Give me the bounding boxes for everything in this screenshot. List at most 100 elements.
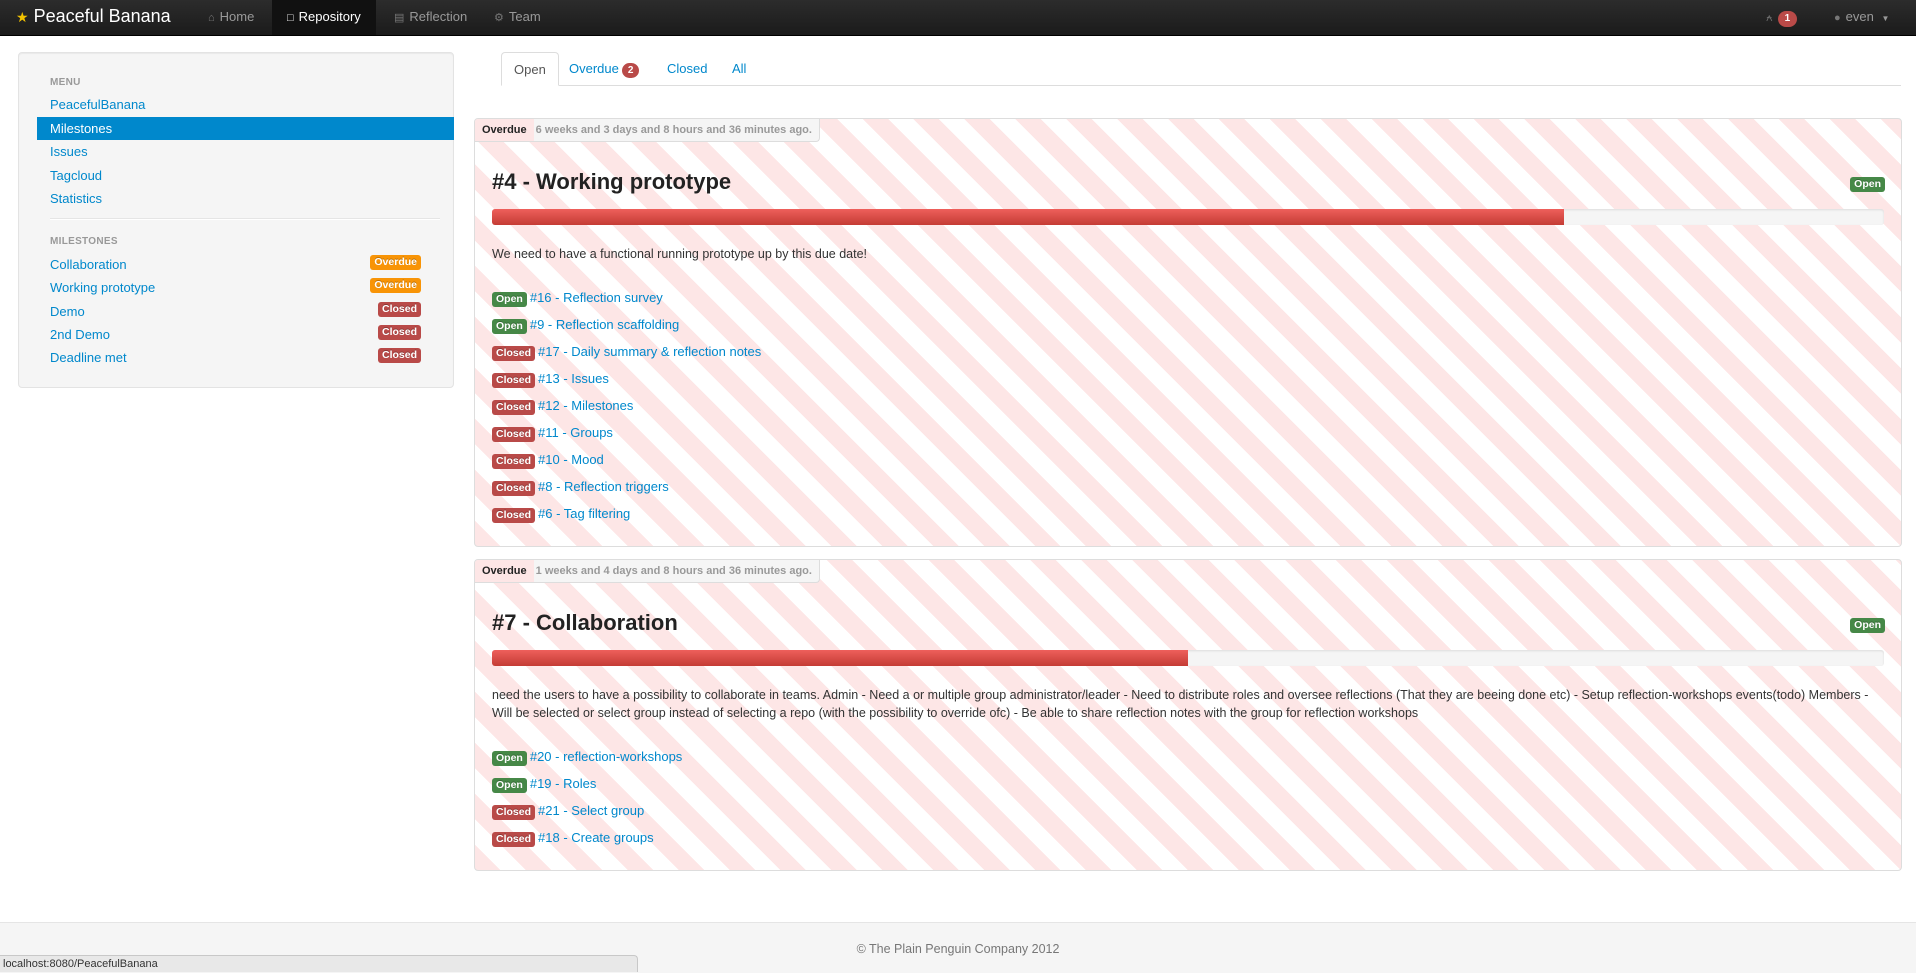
notifications-count: 1 — [1777, 11, 1798, 27]
overdue-badge: Overdue — [475, 119, 534, 141]
issue-row: Closed #12 - Milestones — [492, 398, 633, 415]
sidebar: MENU PeacefulBanana Milestones Issues Ta… — [18, 52, 454, 388]
home-icon: ⌂ — [208, 12, 215, 24]
issue-link[interactable]: #21 - Select group — [538, 803, 644, 818]
issue-link[interactable]: #16 - Reflection survey — [530, 290, 663, 305]
menu-header: MENU — [50, 77, 81, 88]
issue-row: Closed #13 - Issues — [492, 371, 609, 388]
tab-open[interactable]: Open — [501, 52, 559, 86]
issue-row: Open #19 - Roles — [492, 776, 596, 793]
milestone-due-header: Overdue 6 weeks and 3 days and 8 hours an… — [475, 119, 820, 142]
tab-overdue-label: Overdue — [569, 61, 619, 76]
sidebar-milestone-collaboration[interactable]: Collaboration — [50, 257, 127, 272]
sidebar-milestone-deadline-met[interactable]: Deadline met — [50, 350, 127, 365]
milestone-progress — [492, 209, 1884, 225]
milestones-header: MILESTONES — [50, 236, 118, 247]
bell-icon: ⍲ — [1766, 12, 1773, 24]
status-badge: Closed — [377, 325, 421, 340]
issue-link[interactable]: #9 - Reflection scaffolding — [530, 317, 679, 332]
issue-status-badge: Closed — [492, 508, 536, 523]
issue-row: Open #9 - Reflection scaffolding — [492, 317, 679, 334]
issue-row: Closed #6 - Tag filtering — [492, 506, 630, 523]
status-badge: Closed — [377, 302, 421, 317]
nav-repository[interactable]: □ Repository — [272, 0, 376, 35]
user-name: even — [1845, 9, 1874, 24]
status-badge: Closed — [377, 348, 421, 363]
user-icon: ● — [1834, 12, 1841, 24]
issue-link[interactable]: #20 - reflection-workshops — [530, 749, 682, 764]
status-badge: Overdue — [370, 278, 421, 293]
milestone-card: Overdue 6 weeks and 3 days and 8 hours an… — [474, 118, 1902, 547]
issue-link[interactable]: #19 - Roles — [530, 776, 596, 791]
banana-icon: ★ — [16, 9, 29, 25]
overdue-time: 1 weeks and 4 days and 8 hours and 36 mi… — [535, 565, 812, 577]
milestone-title: #7 - Collaboration — [492, 610, 678, 635]
issue-row: Closed #8 - Reflection triggers — [492, 479, 669, 496]
issue-status-badge: Closed — [492, 832, 536, 847]
issue-link[interactable]: #13 - Issues — [538, 371, 609, 386]
issue-status-badge: Open — [492, 751, 527, 766]
caret-down-icon: ▼ — [1881, 14, 1890, 23]
sidebar-milestone-demo[interactable]: Demo — [50, 304, 85, 319]
nav-reflection-label: Reflection — [409, 9, 468, 24]
nav-home[interactable]: ⌂ Home — [208, 0, 254, 35]
status-badge: Overdue — [370, 255, 421, 270]
issue-link[interactable]: #6 - Tag filtering — [538, 506, 630, 521]
milestone-due-header: Overdue 1 weeks and 4 days and 8 hours an… — [475, 560, 820, 583]
notifications-button[interactable]: ⍲ 1 — [1766, 0, 1798, 35]
issue-status-badge: Open — [492, 778, 527, 793]
sidebar-item-milestones[interactable]: Milestones — [37, 117, 454, 140]
browser-status-url: localhost:8080/PeacefulBanana — [0, 955, 638, 972]
issue-link[interactable]: #8 - Reflection triggers — [538, 479, 669, 494]
issue-link[interactable]: #18 - Create groups — [538, 830, 654, 845]
sidebar-milestone-working-prototype[interactable]: Working prototype — [50, 280, 155, 295]
issue-status-badge: Closed — [492, 373, 536, 388]
milestone-progress — [492, 650, 1884, 666]
issue-status-badge: Closed — [492, 805, 536, 820]
brand-link[interactable]: ★ Peaceful Banana — [16, 0, 171, 35]
nav-reflection[interactable]: ▤ Reflection — [394, 0, 467, 35]
tab-overdue[interactable]: Overdue 2 — [557, 52, 651, 85]
folder-icon: □ — [287, 12, 294, 24]
book-icon: ▤ — [394, 12, 405, 24]
sidebar-item-peacefulbanana[interactable]: PeacefulBanana — [37, 93, 454, 116]
tab-closed[interactable]: Closed — [655, 52, 719, 85]
milestone-title: #4 - Working prototype — [492, 169, 732, 194]
nav-repository-label: Repository — [298, 9, 361, 24]
nav-team[interactable]: ⚙ Team — [494, 0, 541, 35]
issue-row: Open #16 - Reflection survey — [492, 290, 663, 307]
issue-link[interactable]: #17 - Daily summary & reflection notes — [538, 344, 761, 359]
top-navbar: ★ Peaceful Banana ⌂ Home □ Repository ▤ Refl… — [0, 0, 1916, 36]
progress-bar-fill — [492, 650, 1188, 666]
issue-row: Closed #17 - Daily summary & reflection n… — [492, 344, 761, 361]
sidebar-item-issues[interactable]: Issues — [37, 140, 454, 163]
issue-link[interactable]: #10 - Mood — [538, 452, 604, 467]
sidebar-item-tagcloud[interactable]: Tagcloud — [37, 164, 454, 187]
footer-copyright: © The Plain Penguin Company 2012 — [856, 942, 1060, 956]
tab-all[interactable]: All — [720, 52, 758, 85]
issue-status-badge: Closed — [492, 481, 536, 496]
issue-status-badge: Open — [492, 319, 527, 334]
milestone-description: need the users to have a possibility to … — [492, 688, 1869, 720]
issue-row: Closed #10 - Mood — [492, 452, 604, 469]
milestone-card: Overdue 1 weeks and 4 days and 8 hours an… — [474, 559, 1902, 871]
issue-row: Closed #11 - Groups — [492, 425, 613, 442]
nav-home-label: Home — [219, 9, 255, 24]
issue-status-badge: Closed — [492, 454, 536, 469]
issue-row: Closed #21 - Select group — [492, 803, 644, 820]
issue-row: Open #20 - reflection-workshops — [492, 749, 682, 766]
issue-status-badge: Closed — [492, 400, 536, 415]
issue-link[interactable]: #11 - Groups — [538, 425, 613, 440]
user-menu[interactable]: ● even ▼ — [1834, 0, 1889, 35]
overdue-badge: Overdue — [475, 560, 534, 582]
cog-icon: ⚙ — [494, 12, 504, 24]
nav-team-label: Team — [508, 9, 541, 24]
issue-row: Closed #18 - Create groups — [492, 830, 654, 847]
sidebar-milestone-2nd-demo[interactable]: 2nd Demo — [50, 327, 110, 342]
sidebar-item-statistics[interactable]: Statistics — [37, 187, 454, 210]
issue-status-badge: Open — [492, 292, 527, 307]
issue-link[interactable]: #12 - Milestones — [538, 398, 633, 413]
milestone-filter-tabs: Open Overdue 2 Closed All — [501, 52, 1901, 86]
brand-name: Peaceful Banana — [33, 6, 171, 26]
sidebar-divider — [50, 218, 440, 220]
